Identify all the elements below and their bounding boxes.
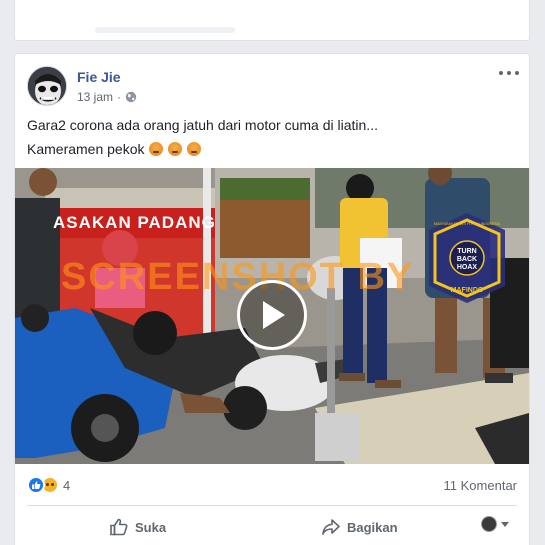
share-arrow-icon xyxy=(322,519,340,535)
comments-count[interactable]: 11 Komentar xyxy=(444,478,517,493)
shop-sign-text: ASAKAN PADANG xyxy=(53,213,216,232)
post-time[interactable]: 13 jam xyxy=(77,90,113,104)
caret-down-icon xyxy=(501,521,509,527)
badge-ring-text: MASYARAKAT ANTI FITNAH INDONESIA xyxy=(434,222,500,226)
more-dot-icon xyxy=(499,71,503,75)
more-options-button[interactable] xyxy=(499,66,519,80)
page-audience-selector[interactable] xyxy=(481,516,509,532)
share-button[interactable]: Bagikan xyxy=(321,514,398,540)
meta-separator: · xyxy=(117,90,122,104)
like-label: Suka xyxy=(135,519,167,535)
share-label: Bagikan xyxy=(347,519,398,535)
post-meta: 13 jam · xyxy=(77,90,137,104)
avatar-image xyxy=(28,67,66,105)
post-text-line-1: Gara2 corona ada orang jatuh dari motor … xyxy=(27,117,378,133)
previous-post-card xyxy=(14,0,530,41)
angry-face-icon xyxy=(149,142,164,156)
globe-icon[interactable] xyxy=(125,91,137,103)
reaction-count: 4 xyxy=(63,477,71,493)
author-name[interactable]: Fie Jie xyxy=(77,69,121,85)
mafindo-badge: TURN BACK HOAX xyxy=(430,248,504,272)
post-card: Fie Jie 13 jam · Gara2 corona ada orang … xyxy=(14,53,530,545)
watermark-text: SCREENSHOT BY xyxy=(61,256,415,298)
profile-avatar-icon xyxy=(481,516,497,532)
badge-bottom-text: MAFINDO xyxy=(450,287,484,294)
post-text: Gara2 corona ada orang jatuh dari motor … xyxy=(27,116,378,164)
play-icon xyxy=(263,301,285,329)
reaction-summary[interactable]: 4 xyxy=(27,476,70,494)
post-text-line-2-text: Kameramen pekok xyxy=(27,141,145,157)
post-text-line-2: Kameramen pekok xyxy=(27,140,378,158)
like-icon xyxy=(27,476,45,494)
action-divider xyxy=(27,505,517,506)
author-avatar[interactable] xyxy=(27,66,67,106)
more-dot-icon xyxy=(507,71,511,75)
badge-top-text: TURN BACK HOAX xyxy=(456,248,478,271)
play-button[interactable] xyxy=(237,280,307,350)
angry-face-icon xyxy=(168,142,183,156)
angry-face-icon xyxy=(187,142,202,156)
thumbs-up-icon xyxy=(110,518,128,536)
video-player[interactable]: ASAKAN PADANG SCREENSHOT BY TURN BACK HO… xyxy=(15,168,529,464)
previous-post-footer xyxy=(95,27,235,33)
like-button[interactable]: Suka xyxy=(109,514,166,540)
more-dot-icon xyxy=(515,71,519,75)
